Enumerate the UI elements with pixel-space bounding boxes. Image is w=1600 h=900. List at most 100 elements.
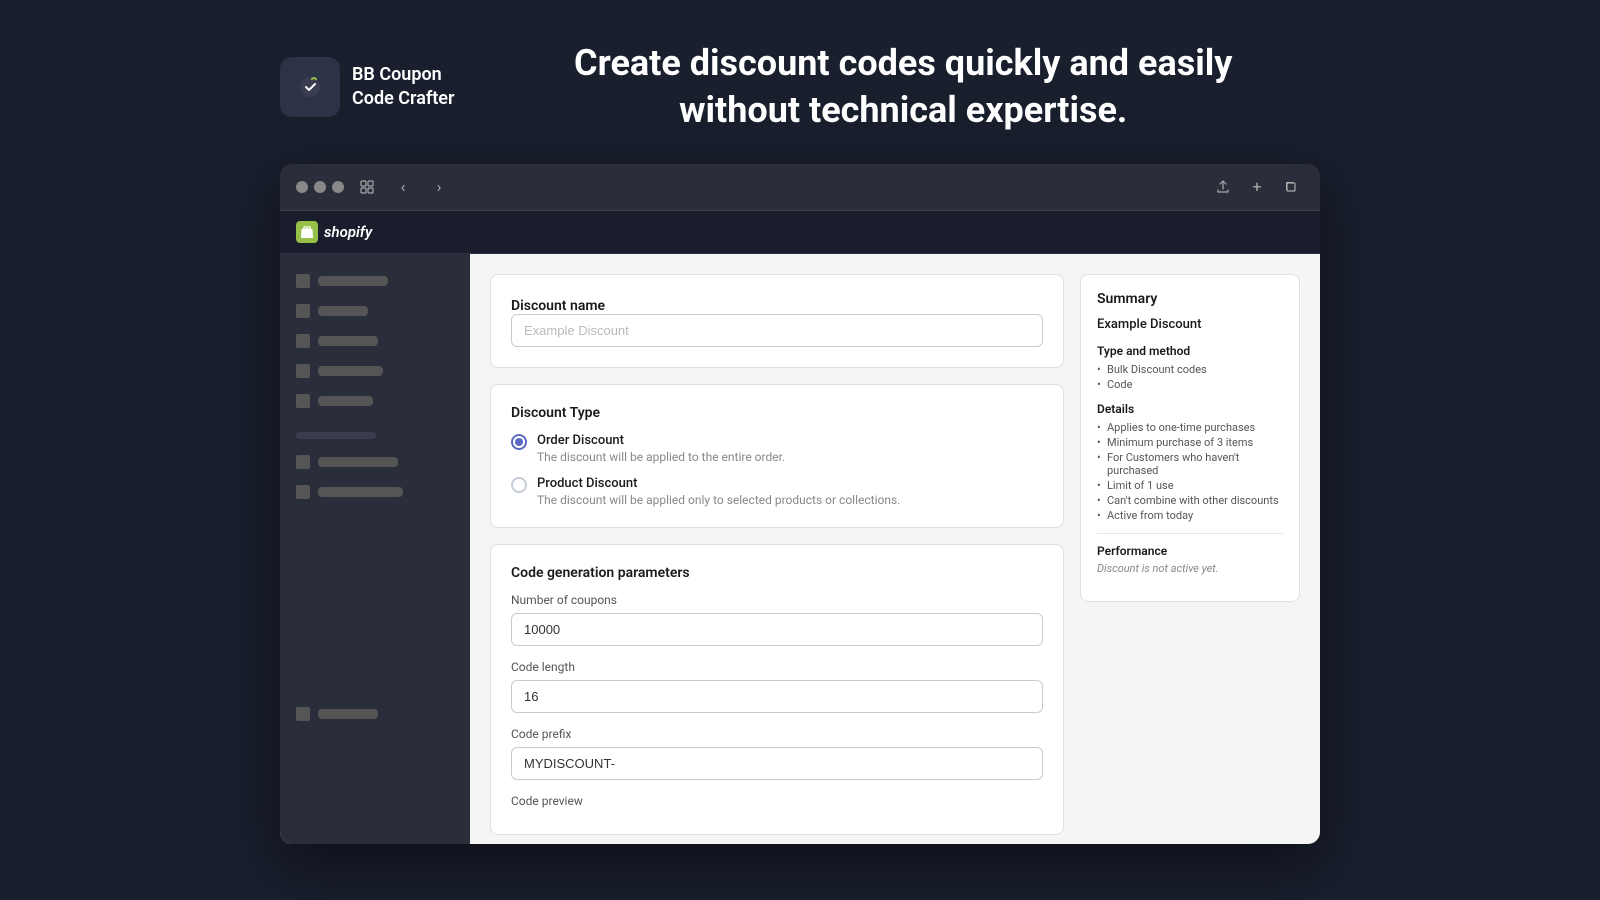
discount-type-title: Discount Type (511, 405, 1043, 421)
code-length-input[interactable] (511, 680, 1043, 713)
code-generation-title: Code generation parameters (511, 565, 1043, 581)
summary-discount-name: Example Discount (1097, 317, 1283, 332)
code-prefix-group: Code prefix (511, 727, 1043, 780)
summary-panel: Summary Example Discount Type and method… (1080, 274, 1300, 824)
sidebar-item-3[interactable] (280, 326, 470, 356)
sidebar-label-2 (318, 306, 368, 316)
page-header: BB Coupon Code Crafter Create discount c… (280, 0, 1320, 164)
duplicate-icon[interactable] (1278, 174, 1304, 200)
radio-order-title: Order Discount (537, 433, 785, 448)
code-generation-card: Code generation parameters Number of cou… (490, 544, 1064, 835)
sidebar-label-4 (318, 366, 383, 376)
num-coupons-label: Number of coupons (511, 593, 1043, 607)
sidebar-section-label-1 (296, 432, 376, 439)
dot-red (296, 181, 308, 193)
sidebar-label-6 (318, 457, 398, 467)
summary-type-method-list: Bulk Discount codes Code (1097, 362, 1283, 392)
summary-list-item: Applies to one-time purchases (1097, 420, 1283, 435)
sidebar-label-bottom (318, 709, 378, 719)
forward-button[interactable]: › (426, 174, 452, 200)
summary-list-item: Active from today (1097, 508, 1283, 523)
logo-line1: BB Coupon (352, 63, 454, 86)
sidebar-icon-7 (296, 485, 310, 499)
logo-icon (280, 57, 340, 117)
summary-divider (1097, 533, 1283, 534)
radio-product-desc: The discount will be applied only to sel… (537, 493, 900, 507)
back-button[interactable]: ‹ (390, 174, 416, 200)
sidebar-label-3 (318, 336, 378, 346)
content-area: Discount name Discount Type Order Discou… (470, 254, 1320, 844)
sidebar-item-6[interactable] (280, 447, 470, 477)
sidebar-section-1 (280, 416, 470, 447)
shopify-logo: shopify (296, 221, 372, 243)
code-preview-group: Code preview (511, 794, 1043, 808)
sidebar-icon-4 (296, 364, 310, 378)
sidebar-label-5 (318, 396, 373, 406)
code-prefix-label: Code prefix (511, 727, 1043, 741)
radio-product-circle (511, 477, 527, 493)
sidebar-item-5[interactable] (280, 386, 470, 416)
radio-option-order[interactable]: Order Discount The discount will be appl… (511, 433, 1043, 464)
sidebar-item-7[interactable] (280, 477, 470, 507)
dot-green (332, 181, 344, 193)
summary-list-item: Limit of 1 use (1097, 478, 1283, 493)
summary-card: Summary Example Discount Type and method… (1080, 274, 1300, 602)
shopify-text: shopify (324, 223, 372, 241)
tab-switcher-icon[interactable] (354, 174, 380, 200)
radio-order-circle (511, 434, 527, 450)
summary-performance-text: Discount is not active yet. (1097, 562, 1283, 575)
sidebar-icon-1 (296, 274, 310, 288)
main-layout: Discount name Discount Type Order Discou… (280, 254, 1320, 844)
num-coupons-group: Number of coupons (511, 593, 1043, 646)
num-coupons-input[interactable] (511, 613, 1043, 646)
radio-order-desc: The discount will be applied to the enti… (537, 450, 785, 464)
summary-details-list: Applies to one-time purchases Minimum pu… (1097, 420, 1283, 523)
share-icon[interactable] (1210, 174, 1236, 200)
summary-list-item: For Customers who haven't purchased (1097, 450, 1283, 478)
sidebar-icon-6 (296, 455, 310, 469)
logo-text-block: BB Coupon Code Crafter (352, 63, 454, 110)
main-form: Discount name Discount Type Order Discou… (490, 274, 1064, 824)
browser-actions: + (1210, 174, 1304, 200)
code-preview-label: Code preview (511, 794, 1043, 808)
browser-toolbar: ‹ › + (280, 164, 1320, 211)
sidebar-item-bottom[interactable] (296, 707, 454, 721)
sidebar-icon-3 (296, 334, 310, 348)
tagline-line2: without technical expertise. (679, 89, 1127, 131)
summary-list-item: Code (1097, 377, 1283, 392)
code-prefix-input[interactable] (511, 747, 1043, 780)
discount-type-card: Discount Type Order Discount The discoun… (490, 384, 1064, 528)
sidebar-label-7 (318, 487, 403, 497)
shopify-bag-icon (296, 221, 318, 243)
sidebar-item-4[interactable] (280, 356, 470, 386)
tagline-line1: Create discount codes quickly and easily (574, 42, 1232, 84)
summary-list-item: Bulk Discount codes (1097, 362, 1283, 377)
code-length-label: Code length (511, 660, 1043, 674)
sidebar-icon-bottom (296, 707, 310, 721)
sidebar-item-2[interactable] (280, 296, 470, 326)
radio-product-title: Product Discount (537, 476, 900, 491)
radio-option-product[interactable]: Product Discount The discount will be ap… (511, 476, 1043, 507)
shopify-navbar: shopify (280, 211, 1320, 254)
radio-product-text: Product Discount The discount will be ap… (537, 476, 900, 507)
browser-window: ‹ › + (280, 164, 1320, 844)
summary-type-method-title: Type and method (1097, 344, 1283, 358)
browser-dots (296, 181, 344, 193)
summary-details-title: Details (1097, 402, 1283, 416)
new-tab-icon[interactable]: + (1244, 174, 1270, 200)
summary-list-item: Minimum purchase of 3 items (1097, 435, 1283, 450)
summary-details: Details Applies to one-time purchases Mi… (1097, 402, 1283, 523)
summary-type-method: Type and method Bulk Discount codes Code (1097, 344, 1283, 392)
discount-name-card: Discount name (490, 274, 1064, 368)
discount-name-label: Discount name (511, 298, 605, 314)
sidebar-icon-2 (296, 304, 310, 318)
radio-order-text: Order Discount The discount will be appl… (537, 433, 785, 464)
summary-title: Summary (1097, 291, 1283, 307)
sidebar-label-1 (318, 276, 388, 286)
sidebar-icon-5 (296, 394, 310, 408)
sidebar-bottom (280, 507, 470, 733)
sidebar-item-1[interactable] (280, 266, 470, 296)
logo-block: BB Coupon Code Crafter (280, 57, 454, 117)
header-tagline: Create discount codes quickly and easily… (486, 40, 1320, 134)
discount-name-input[interactable] (511, 314, 1043, 347)
